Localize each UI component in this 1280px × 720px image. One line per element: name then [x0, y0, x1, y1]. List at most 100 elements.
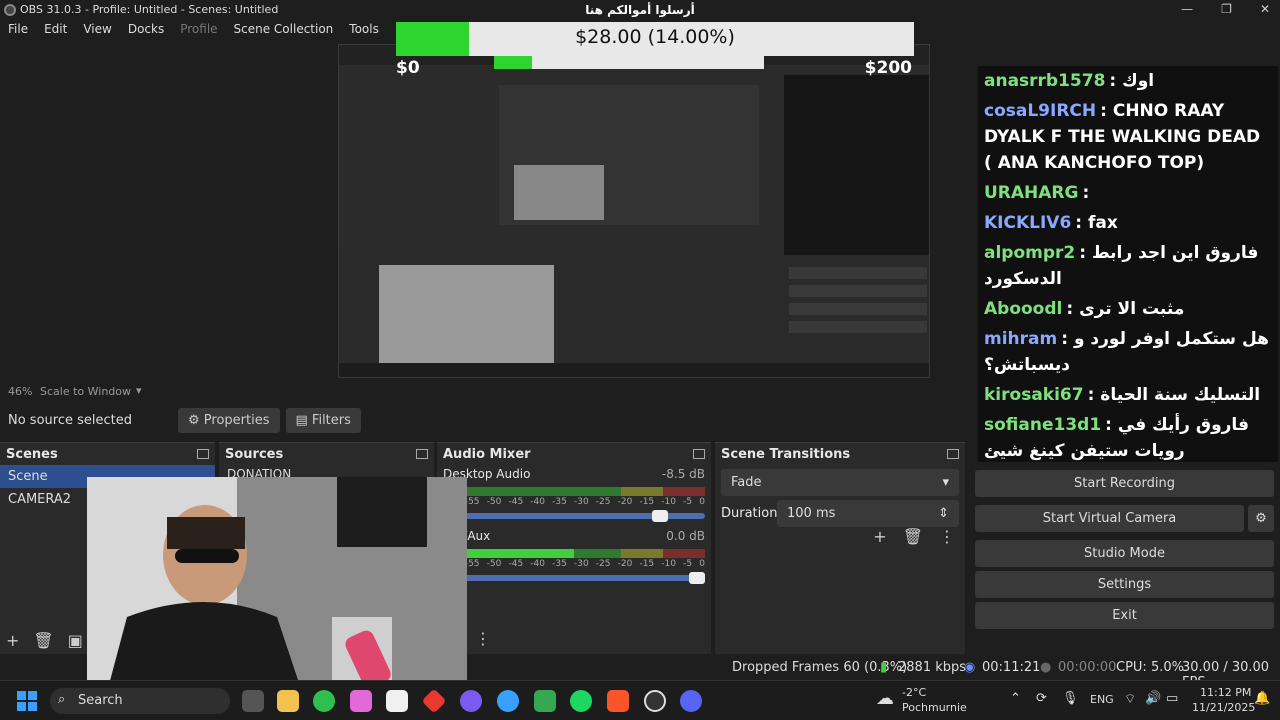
app-blue-icon[interactable] — [497, 690, 519, 712]
chat-username: Abooodl — [984, 299, 1063, 319]
task-view-icon[interactable] — [242, 690, 264, 712]
menu-file[interactable]: File — [0, 20, 36, 40]
app-purple-icon[interactable] — [460, 690, 482, 712]
meter-tick: -35 — [552, 497, 567, 507]
studio-mode-button[interactable]: Studio Mode — [975, 540, 1274, 567]
chat-text: : fax — [1075, 213, 1118, 233]
meter-tick: -40 — [530, 559, 546, 569]
start-virtual-camera-button[interactable]: Start Virtual Camera — [975, 505, 1244, 532]
zoom-level: 46% — [8, 385, 33, 398]
source-toolbar: No source selected ⚙ Properties ▤ Filter… — [0, 404, 975, 436]
filters-label: Filters — [311, 412, 351, 428]
status-bar: Dropped Frames 60 (0.3%) ▮ 2881 kbps ◉ 0… — [0, 656, 1280, 690]
clock-date[interactable]: 11/21/2025 — [1192, 701, 1255, 714]
transitions-title: Scene Transitions — [721, 446, 851, 462]
obs-icon[interactable] — [644, 690, 666, 712]
menu-view[interactable]: View — [75, 20, 119, 40]
file-explorer-icon[interactable] — [277, 690, 299, 712]
volume-slider[interactable] — [443, 572, 705, 584]
add-transition-icon[interactable]: + — [873, 527, 886, 546]
record-icon: ● — [1040, 660, 1052, 675]
settings-button[interactable]: Settings — [975, 571, 1274, 598]
copilot-icon[interactable] — [350, 690, 372, 712]
audio-mixer-dock: Audio Mixer Desktop Audio -8.5 dB -60-55… — [437, 442, 711, 654]
chat-message: alpompr2: فاروق اين اجد رابط الدسكورد — [978, 238, 1278, 294]
filters-button[interactable]: ▤ Filters — [285, 407, 361, 433]
battery-icon[interactable]: ▭ — [1166, 691, 1178, 706]
undock-icon[interactable] — [416, 449, 428, 459]
meter-tick: -10 — [661, 497, 676, 507]
undock-icon[interactable] — [693, 449, 705, 459]
transition-menu-icon[interactable]: ⋮ — [939, 527, 955, 546]
clock-time[interactable]: 11:12 PM — [1200, 686, 1251, 699]
chat-username: sofiane13d1 — [984, 415, 1102, 435]
close-button[interactable]: ✕ — [1260, 2, 1270, 16]
menu-tools[interactable]: Tools — [341, 20, 387, 40]
duration-input[interactable]: 100 ms ⇕ — [777, 500, 959, 527]
slider-knob[interactable] — [652, 510, 669, 522]
duration-label: Duration — [721, 506, 778, 521]
app-red-icon[interactable] — [421, 688, 447, 714]
chevron-up-icon[interactable]: ⌃ — [1010, 691, 1021, 706]
live-time: 00:11:21 — [982, 660, 1041, 675]
chat-username: KICKLIV6 — [984, 213, 1072, 233]
channel-db: -8.5 dB — [661, 467, 705, 481]
transition-select[interactable]: Fade ▾ — [721, 469, 959, 496]
microphone-icon[interactable]: 🎙 — [1062, 691, 1079, 706]
title-bar: OBS 31.0.3 - Profile: Untitled - Scenes:… — [0, 0, 1280, 20]
scale-mode-select[interactable]: Scale to Window — [40, 385, 131, 398]
obs-logo-icon — [4, 4, 16, 16]
properties-button[interactable]: ⚙ Properties — [178, 407, 280, 433]
sync-icon[interactable]: ⟳ — [1036, 691, 1047, 706]
app-green-icon[interactable] — [313, 690, 335, 712]
meter-tick: -25 — [595, 497, 611, 507]
scene-filters-icon[interactable]: ▣ — [68, 631, 83, 650]
transition-value: Fade — [731, 475, 762, 490]
chat-username: alpompr2 — [984, 243, 1076, 263]
discord-icon[interactable] — [680, 690, 702, 712]
add-scene-icon[interactable]: + — [6, 631, 19, 650]
chat-message: anasrrb1578: اوك — [978, 66, 1278, 96]
taskbar-search[interactable]: ⌕ Search — [50, 688, 230, 714]
windows-start-icon[interactable] — [17, 691, 37, 711]
start-recording-button[interactable]: Start Recording — [975, 470, 1274, 497]
notification-icon[interactable]: 🔔 — [1254, 691, 1270, 706]
store-icon[interactable] — [386, 690, 408, 712]
brave-icon[interactable] — [607, 690, 629, 712]
slider-knob[interactable] — [689, 572, 705, 584]
spotify-icon[interactable] — [570, 690, 592, 712]
mixer-menu-icon[interactable]: ⋮ — [475, 629, 491, 648]
maximize-button[interactable]: ❐ — [1221, 2, 1232, 16]
volume-icon[interactable]: 🔊 — [1145, 691, 1161, 706]
chat-overlay: anasrrb1578: اوك cosaL9IRCH: CHNO RAAY DY… — [978, 66, 1278, 462]
spinner-icon: ⇕ — [938, 506, 949, 521]
meter-tick: -45 — [508, 497, 524, 507]
signal-icon: ▮ — [880, 660, 888, 675]
wifi-icon[interactable]: ⌔ — [1124, 691, 1136, 707]
donation-progress: $28.00 (14.00%) $0 $200 — [396, 22, 916, 80]
undock-icon[interactable] — [197, 449, 209, 459]
remove-scene-icon[interactable]: 🗑 — [33, 631, 53, 650]
volume-slider[interactable] — [443, 510, 705, 522]
chat-message: URAHARG: — [978, 178, 1278, 208]
sources-title: Sources — [225, 446, 284, 462]
menu-profile[interactable]: Profile — [172, 20, 225, 40]
exit-button[interactable]: Exit — [975, 602, 1274, 629]
duration-value: 100 ms — [787, 506, 836, 521]
virtual-camera-settings-icon[interactable]: ⚙ — [1248, 505, 1274, 532]
meter-tick: -20 — [617, 559, 633, 569]
nested-preview-graphic — [339, 45, 929, 377]
remove-transition-icon[interactable]: 🗑 — [903, 527, 923, 546]
undock-icon[interactable] — [947, 449, 959, 459]
donation-min-label: $0 — [396, 58, 420, 78]
language-indicator[interactable]: ENG — [1090, 693, 1114, 706]
menu-docks[interactable]: Docks — [120, 20, 172, 40]
menu-edit[interactable]: Edit — [36, 20, 75, 40]
menu-scene-collection[interactable]: Scene Collection — [226, 20, 342, 40]
minimize-button[interactable]: — — [1181, 2, 1193, 16]
chat-message: mihram: هل ستكمل اوفر لورد و ديسباتش؟ — [978, 324, 1278, 380]
search-placeholder: Search — [78, 693, 123, 708]
chevron-down-icon[interactable]: ▾ — [136, 384, 142, 397]
chevron-down-icon: ▾ — [942, 475, 949, 490]
app-shield-icon[interactable] — [534, 690, 556, 712]
